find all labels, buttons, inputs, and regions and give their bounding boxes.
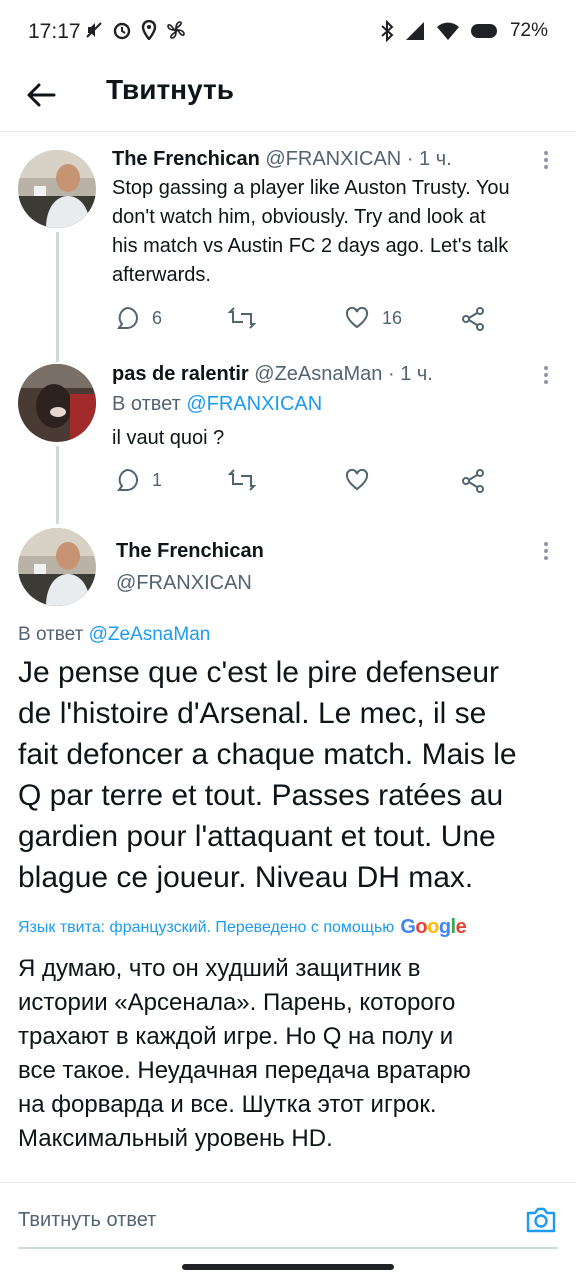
signal-icon [405, 22, 424, 40]
reply-count: 1 [152, 469, 163, 490]
translated-text-line: Максимальный уровень HD. [18, 1125, 333, 1152]
replying-to: В ответ @FRANXICAN [112, 393, 322, 416]
share-icon[interactable] [460, 306, 486, 332]
retweet-icon [228, 307, 256, 329]
main-tweet-text-line: de l'histoire d'Arsenal. Le mec, il se [18, 697, 487, 730]
heart-icon [345, 468, 369, 491]
tweet-header: The Frenchican @FRANXICAN · 1 ч. [112, 148, 452, 171]
tweet-text-line: Stop gassing a player like Auston Trusty… [112, 177, 510, 199]
main-tweet-text-line: fait defoncer a chaque match. Mais le [18, 738, 517, 771]
translation-note[interactable]: Язык твита: французский. Переведено с по… [18, 916, 467, 939]
translated-text-line: на форварда и все. Шутка этот игрок. [18, 1091, 437, 1118]
gesture-nav-bar[interactable] [182, 1264, 394, 1270]
translated-text-line: истории «Арсенала». Парень, которого [18, 989, 456, 1016]
tweet-header: pas de ralentir @ZeAsnaMan · 1 ч. [112, 363, 433, 386]
main-tweet-text-line: Q par terre et tout. Passes ratées au [18, 779, 504, 812]
translated-text-line: трахают в каждой игре. Но Q на полу и [18, 1023, 454, 1050]
camera-icon[interactable] [524, 1203, 558, 1237]
main-tweet-text-line: gardien pour l'attaquant et tout. Une [18, 820, 496, 853]
tweet-text-line: afterwards. [112, 264, 211, 286]
main-tweet-author-handle[interactable]: @FRANXICAN [116, 572, 252, 595]
more-options-icon[interactable] [543, 150, 549, 170]
reply-button[interactable]: 1 [114, 467, 162, 493]
reply-button[interactable]: 6 [114, 305, 162, 331]
tweet-text-line: his match vs Austin FC 2 days ago. Let's… [112, 235, 509, 257]
status-time: 17:17 [28, 20, 81, 43]
tweet-text: il vaut quoi ? [112, 424, 224, 453]
replying-to-prefix: В ответ [112, 393, 181, 415]
google-logo: Google [400, 916, 467, 938]
mute-icon [86, 22, 102, 38]
location-icon [141, 20, 157, 40]
battery-icon [470, 24, 497, 38]
page-title: Твитнуть [106, 74, 234, 105]
more-options-icon[interactable] [543, 365, 549, 385]
translated-text-line: Я думаю, что он худший защитник в [18, 955, 421, 982]
like-button[interactable]: 16 [344, 305, 402, 331]
main-tweet-text: Je pense que c'est le pire defenseur de … [18, 652, 566, 898]
tweet-text-line: don't watch him, obviously. Try and look… [112, 206, 486, 228]
tweet-author-name[interactable]: pas de ralentir [112, 363, 249, 385]
translation-note-text: Язык твита: французский. Переведено с по… [18, 918, 395, 936]
retweet-icon [228, 469, 256, 491]
back-arrow-icon[interactable] [24, 78, 58, 112]
reply-icon [117, 468, 138, 491]
tweet-author-handle[interactable]: @ZeAsnaMan [254, 363, 382, 385]
wifi-icon [436, 22, 459, 40]
replying-to-handle[interactable]: @ZeAsnaMan [89, 624, 211, 645]
tweet-time: · 1 ч. [387, 363, 433, 385]
status-left-icons [84, 20, 186, 40]
main-tweet-text-line: Je pense que c'est le pire defenseur [18, 656, 500, 689]
reply-input-underline [18, 1247, 558, 1249]
replying-to-prefix: В ответ [18, 624, 84, 645]
thread-line [56, 232, 59, 362]
replying-to-handle[interactable]: @FRANXICAN [186, 393, 322, 415]
tweet-author-handle[interactable]: @FRANXICAN [265, 148, 401, 170]
heart-icon [345, 306, 369, 329]
like-button[interactable] [344, 467, 370, 493]
bluetooth-icon [381, 20, 394, 42]
app-header: Твитнуть [0, 64, 576, 132]
status-bar: 17:17 72% [0, 0, 576, 64]
avatar[interactable] [18, 528, 96, 606]
reply-icon [117, 306, 138, 329]
main-tweet-author-name[interactable]: The Frenchican [116, 540, 264, 563]
tweet-author-name[interactable]: The Frenchican [112, 148, 260, 170]
main-tweet-text-line: blague ce joueur. Niveau DH max. [18, 861, 474, 894]
tweet-text: Stop gassing a player like Auston Trusty… [112, 174, 510, 290]
like-count: 16 [382, 307, 403, 328]
more-options-icon[interactable] [543, 541, 549, 561]
fan-icon [167, 21, 185, 39]
tweet-text-line: il vaut quoi ? [112, 427, 225, 449]
reply-composer: Твитнуть ответ [0, 1182, 576, 1254]
reply-count: 6 [152, 307, 163, 328]
battery-percent: 72% [509, 20, 548, 41]
avatar[interactable] [18, 364, 96, 442]
thread-line [56, 446, 59, 524]
avatar[interactable] [18, 150, 96, 228]
retweet-button[interactable] [228, 467, 256, 493]
reply-input[interactable]: Твитнуть ответ [18, 1209, 156, 1232]
translated-text: Я думаю, что он худший защитник в истори… [18, 952, 566, 1156]
share-icon[interactable] [460, 468, 486, 494]
tweet-time: · 1 ч. [406, 148, 452, 170]
retweet-button[interactable] [228, 305, 256, 331]
status-right: 72% [380, 20, 548, 42]
alarm-icon [113, 22, 131, 40]
translated-text-line: все такое. Неудачная передача вратарю [18, 1057, 471, 1084]
replying-to: В ответ @ZeAsnaMan [18, 624, 210, 646]
